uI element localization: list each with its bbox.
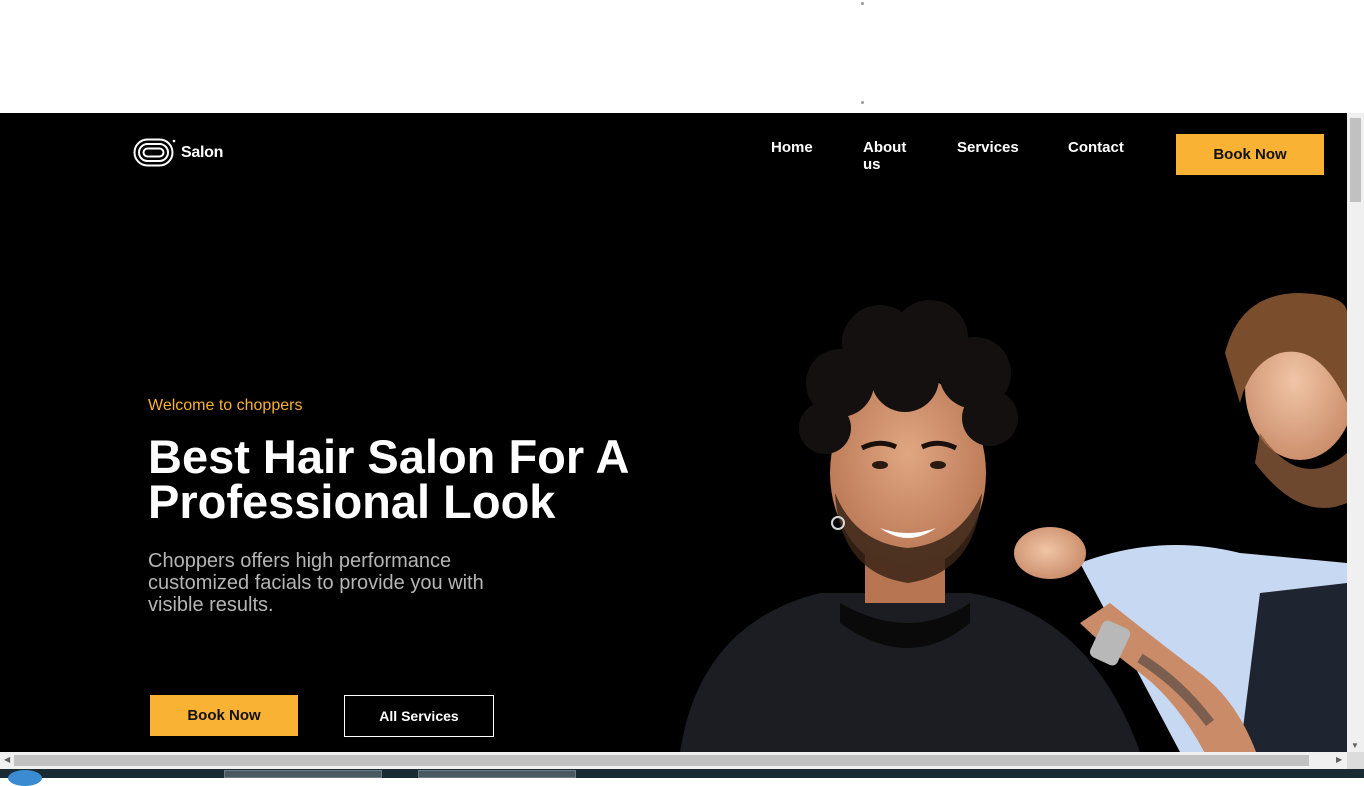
- triangle-right-icon[interactable]: ▶: [1336, 755, 1342, 764]
- horizontal-scroll-thumb[interactable]: [14, 755, 1309, 766]
- hero-eyebrow: Welcome to choppers: [148, 397, 303, 414]
- nav-about-us[interactable]: About us: [863, 139, 913, 173]
- resize-dot: [861, 101, 864, 104]
- os-taskbar: [0, 769, 1364, 786]
- nav-home[interactable]: Home: [771, 139, 813, 156]
- blank-top-area: [0, 0, 1348, 113]
- horizontal-scrollbar[interactable]: ◀ ▶: [0, 752, 1347, 769]
- salon-page: Salon Home About us Services Contact Boo…: [0, 113, 1347, 752]
- nav-services[interactable]: Services: [957, 139, 1019, 156]
- taskbar-window-button[interactable]: [418, 770, 576, 778]
- triangle-left-icon[interactable]: ◀: [4, 755, 10, 764]
- salon-logo[interactable]: Salon: [133, 138, 223, 168]
- scrollbar-corner: [1347, 752, 1364, 769]
- hero-barber-photo: [680, 293, 1347, 752]
- concentric-rounded-rect-logo-icon: [133, 138, 176, 167]
- nav-contact[interactable]: Contact: [1068, 139, 1124, 156]
- start-button-icon[interactable]: [8, 770, 42, 786]
- hero-description: Choppers offers high performance customi…: [148, 550, 484, 616]
- all-services-button[interactable]: All Services: [344, 695, 494, 737]
- hero-title: Best Hair Salon For A Professional Look: [148, 430, 628, 528]
- header-book-now-button[interactable]: Book Now: [1176, 134, 1324, 175]
- resize-dot: [861, 2, 864, 5]
- taskbar-window-button[interactable]: [224, 770, 382, 778]
- vertical-scroll-thumb[interactable]: [1350, 118, 1361, 202]
- vertical-scrollbar[interactable]: ▼: [1347, 113, 1364, 752]
- hero-book-now-button[interactable]: Book Now: [150, 695, 298, 736]
- triangle-down-icon[interactable]: ▼: [1351, 741, 1359, 750]
- brand-name: Salon: [181, 144, 224, 161]
